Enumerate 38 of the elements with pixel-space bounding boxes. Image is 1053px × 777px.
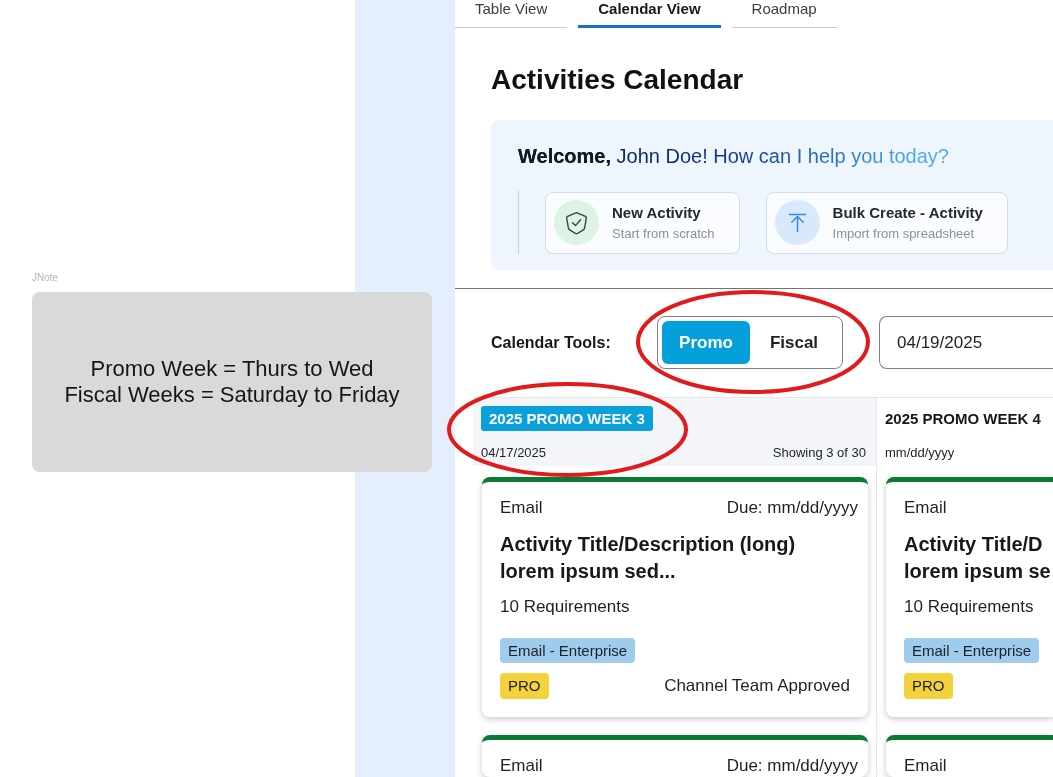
week-date: 04/17/2025 xyxy=(481,446,547,460)
action-card[interactable]: New Activity Start from scratch xyxy=(545,191,740,254)
card-title: Activity Title/Description (long) lorem ipsum sed... xyxy=(500,532,797,584)
action-card[interactable]: Bulk Create - Activity Import from spreadsheet xyxy=(765,191,1008,254)
activity-card[interactable]: Email xyxy=(886,735,1053,777)
due-date: Due: mm/dd/yyyy xyxy=(726,757,858,775)
shield-check-icon xyxy=(554,200,599,245)
view-tab[interactable]: Calendar View xyxy=(578,0,721,28)
item-count: Showing 3 of 30 xyxy=(772,446,866,460)
channel-label: Email xyxy=(500,499,543,517)
note-label: JNote xyxy=(32,271,59,285)
requirements-count: 10 Requirements xyxy=(904,597,1034,617)
activity-card[interactable]: Email Activity Title/D lorem ipsum se 10 Requirements Email - Enterprise PRO xyxy=(886,477,1053,717)
segment-tag: Email - Enterprise xyxy=(500,638,636,663)
note-text: Fiscal Weeks = Saturday to Friday xyxy=(64,382,400,408)
requirements-count: 10 Requirements xyxy=(500,597,630,617)
upload-icon xyxy=(774,200,820,245)
channel-label: Email xyxy=(904,757,947,775)
view-tab[interactable]: Roadmap xyxy=(731,0,837,28)
tier-tag: PRO xyxy=(500,673,549,699)
card-title: Activity Title/D lorem ipsum se xyxy=(904,532,1052,584)
channel-label: Email xyxy=(500,757,543,775)
note-text: Promo Week = Thurs to Wed xyxy=(90,356,374,382)
activity-card[interactable]: Email Due: mm/dd/yyyy Activity Title/Description (long) lorem ipsum sed... 10 Requirements Email - Enterprise PRO Channel Team Approved xyxy=(482,477,868,717)
week-title: 2025 PROMO WEEK 4 xyxy=(885,409,1041,429)
segment-tag: Email - Enterprise xyxy=(904,638,1040,663)
approval-status: Channel Team Approved xyxy=(664,676,850,696)
toggle-option[interactable]: Fiscal xyxy=(750,321,838,364)
tools-label: Calendar Tools: xyxy=(491,333,611,351)
activity-card[interactable]: Email Due: mm/dd/yyyy xyxy=(482,735,868,777)
tier-tag: PRO xyxy=(904,673,953,699)
date-field[interactable]: 04/19/2025 xyxy=(879,316,1053,369)
view-tab[interactable]: Table View xyxy=(455,0,568,28)
due-date: Due: mm/dd/yyyy xyxy=(726,499,858,517)
week-badge: 2025 PROMO WEEK 3 xyxy=(481,406,653,431)
page-title: Activities Calendar xyxy=(491,63,744,97)
channel-label: Email xyxy=(904,499,947,517)
week-date: mm/dd/yyyy xyxy=(885,446,955,460)
